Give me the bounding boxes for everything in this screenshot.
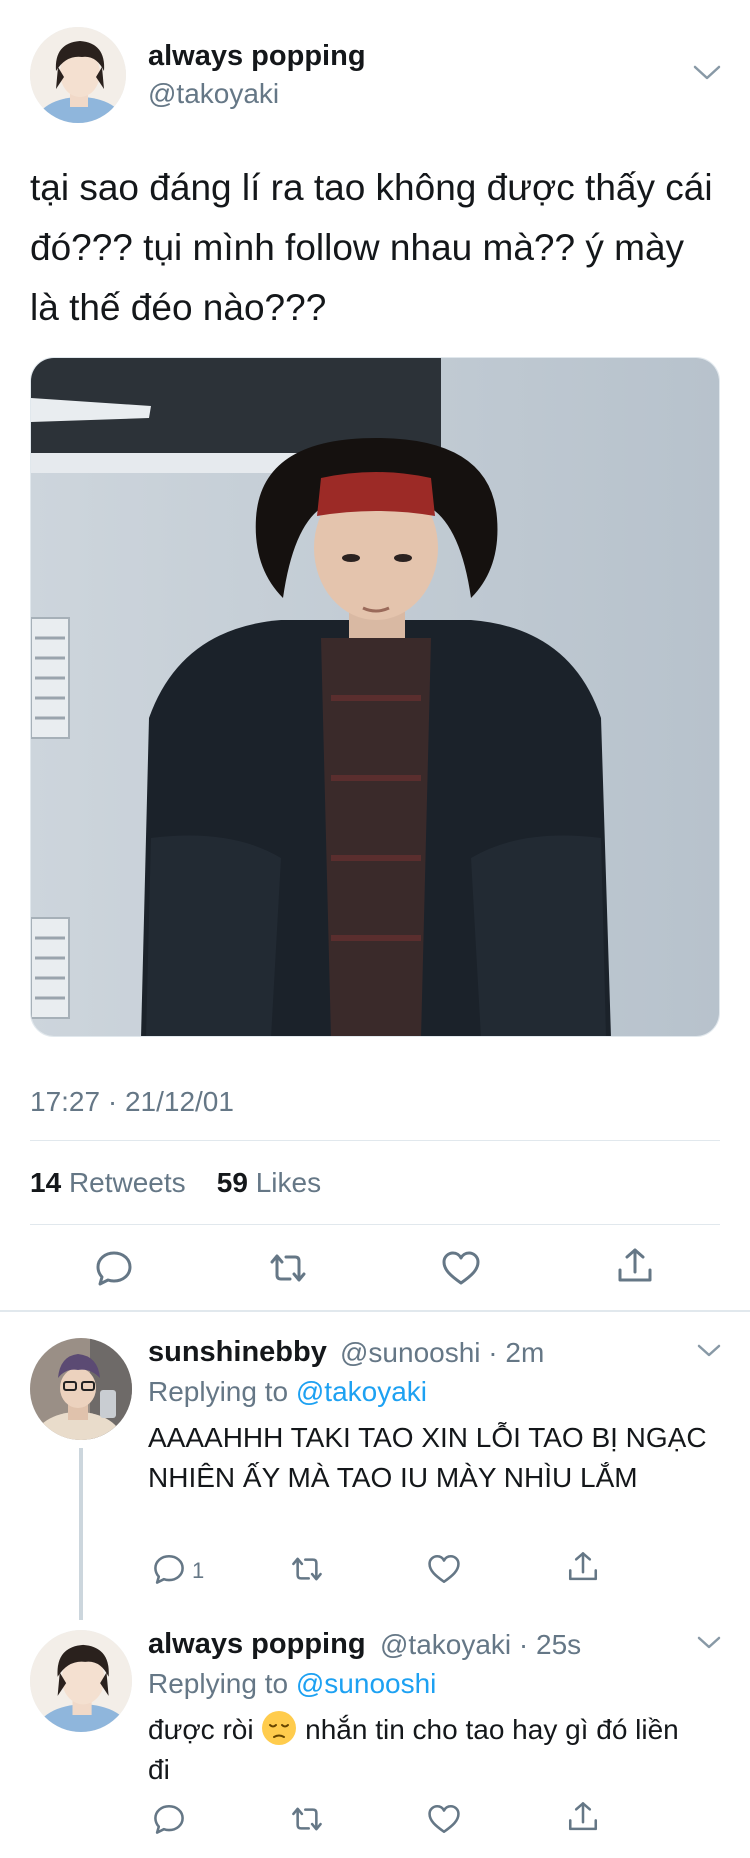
divider [30,1224,720,1225]
retweets-label[interactable]: Retweets [69,1167,186,1198]
reply-handle-time[interactable]: @sunooshi · 2m [340,1337,544,1369]
avatar[interactable] [30,1630,132,1732]
reply-author-name[interactable]: sunshinebby [148,1336,327,1369]
mention-link[interactable]: @takoyaki [296,1376,427,1407]
replying-to: Replying to @sunooshi [148,1668,436,1700]
like-heart-icon[interactable] [427,1552,461,1586]
retweet-icon[interactable] [290,1552,324,1586]
reply-text: AAAAHHH TAKI TAO XIN LỖI TAO BỊ NGẠC NHI… [148,1422,707,1493]
author-handle[interactable]: @takoyaki [148,78,279,110]
retweet-icon[interactable] [268,1248,308,1288]
retweet-icon[interactable] [290,1802,324,1836]
chevron-down-icon[interactable] [694,1340,724,1362]
replying-to: Replying to @takoyaki [148,1376,427,1408]
like-heart-icon[interactable] [427,1802,461,1836]
reply-text-start: được ròi [148,1714,262,1745]
replying-prefix: Replying to [148,1376,296,1407]
section-divider [0,1310,750,1312]
likes-label[interactable]: Likes [256,1167,321,1198]
share-icon[interactable] [615,1246,655,1286]
reply-handle-time[interactable]: @takoyaki · 25s [380,1629,581,1661]
reply-author-name[interactable]: always popping [148,1628,366,1661]
replying-prefix: Replying to [148,1668,296,1699]
pensive-face-icon [261,1710,297,1746]
reply-icon[interactable] [94,1248,134,1288]
likes-count[interactable]: 59 [217,1167,248,1198]
tweet-timestamp[interactable]: 17:27 · 21/12/01 [30,1086,234,1118]
thread-connector [79,1448,83,1620]
share-icon[interactable] [566,1800,600,1834]
reply-icon[interactable] [152,1552,186,1586]
reply-text: được ròi nhắn tin cho tao hay gì đó liền… [148,1710,708,1790]
chevron-down-icon[interactable] [692,62,722,84]
share-icon[interactable] [566,1550,600,1584]
tweet-text: tại sao đáng lí ra tao không được thấy c… [30,167,713,328]
tweet-photo[interactable] [30,357,720,1037]
reply-count: 1 [192,1558,205,1583]
like-heart-icon[interactable] [441,1248,481,1288]
author-name[interactable]: always popping [148,40,366,73]
avatar[interactable] [30,27,126,123]
avatar[interactable] [30,1338,132,1440]
chevron-down-icon[interactable] [694,1632,724,1654]
mention-link[interactable]: @sunooshi [296,1668,437,1699]
tweet-stats: 14 Retweets 59 Likes [30,1167,321,1199]
retweets-count[interactable]: 14 [30,1167,61,1198]
reply-icon[interactable] [152,1802,186,1836]
divider [30,1140,720,1141]
